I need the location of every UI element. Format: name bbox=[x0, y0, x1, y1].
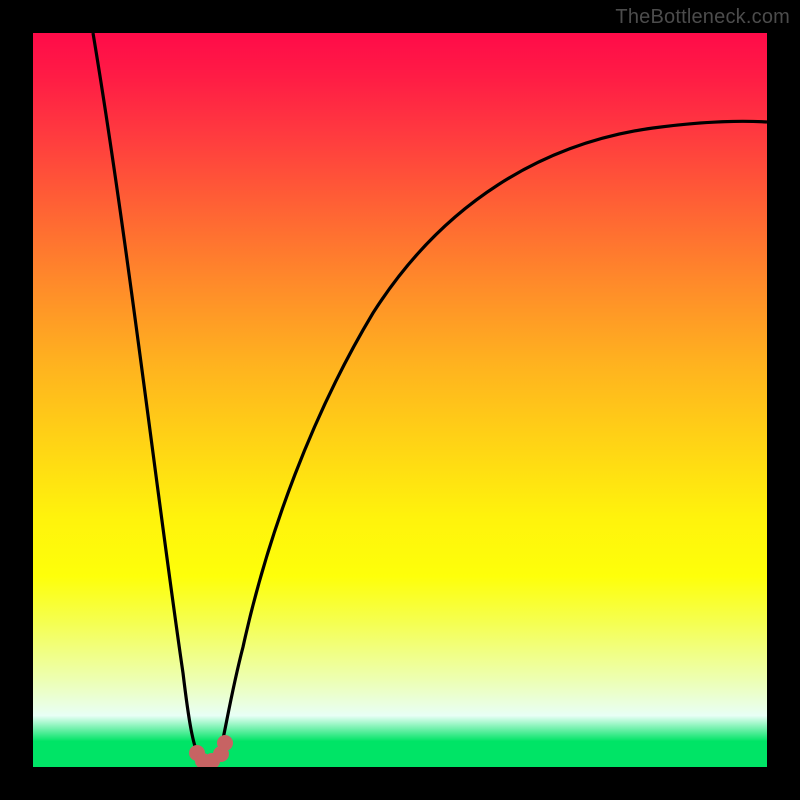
curve-valley-markers bbox=[189, 735, 233, 767]
chart-plot-area bbox=[33, 33, 767, 767]
chart-canvas bbox=[33, 33, 767, 767]
watermark-text: TheBottleneck.com bbox=[615, 6, 790, 29]
curve-right-branch bbox=[219, 121, 767, 757]
curve-left-branch bbox=[93, 33, 199, 757]
